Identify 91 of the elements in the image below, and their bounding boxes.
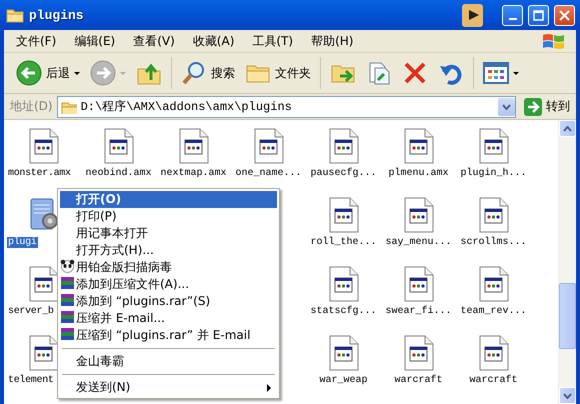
books-stack-icon — [60, 293, 75, 307]
chevron-down-icon — [502, 104, 511, 110]
caret-icon — [74, 72, 80, 74]
context-menu-item[interactable]: 发送到(N) — [60, 379, 277, 396]
menu-item[interactable]: 工具(T) — [246, 32, 306, 50]
document-icon — [328, 335, 358, 371]
context-menu-item[interactable]: 打开方式(H)... — [60, 242, 277, 259]
context-menu-item[interactable]: 添加到压缩文件(A)... — [60, 276, 277, 293]
folders-button[interactable]: 文件夹 — [241, 56, 315, 90]
folder-icon — [6, 7, 24, 23]
file-name[interactable]: neobind.amx — [84, 168, 152, 179]
delete-icon — [402, 60, 428, 86]
document-icon — [104, 128, 134, 164]
file-name[interactable]: statscfg... — [309, 306, 378, 317]
caret-icon — [513, 72, 519, 74]
books-stack-icon — [60, 310, 75, 324]
close-icon — [559, 10, 570, 20]
views-icon — [483, 62, 509, 84]
maximize-icon — [533, 10, 544, 20]
document-icon — [254, 128, 284, 164]
scroll-up-button[interactable] — [559, 120, 576, 137]
chevron-up-icon — [563, 126, 572, 132]
context-menu-item[interactable]: 添加到 “plugins.rar”(S) — [60, 293, 277, 310]
arrow-left-icon — [16, 60, 42, 86]
arrow-right-icon — [524, 98, 542, 116]
file-name[interactable]: plugi — [7, 237, 38, 248]
document-icon — [28, 128, 58, 164]
maximize-button[interactable] — [528, 4, 549, 26]
window-title: plugins — [29, 8, 85, 22]
file-name[interactable]: one_name... — [234, 168, 302, 179]
back-button[interactable]: 后退 — [12, 56, 84, 90]
document-icon — [328, 128, 358, 164]
books-stack-icon — [60, 327, 75, 341]
media-player-icon[interactable] — [462, 4, 483, 26]
file-name[interactable]: plmenu.amx — [387, 168, 450, 179]
panda-icon — [60, 259, 75, 273]
context-menu-item[interactable]: 压缩到 “plugins.rar” 并 E-mail — [60, 327, 277, 344]
file-name[interactable]: warcraft — [393, 375, 444, 386]
context-menu-item[interactable]: 用记事本打开 — [60, 225, 277, 242]
windows-logo-icon — [540, 31, 566, 51]
document-icon — [404, 197, 434, 233]
document-icon — [478, 128, 508, 164]
document-icon — [178, 128, 208, 164]
close-button[interactable] — [554, 4, 575, 26]
file-name[interactable]: plugin_h... — [459, 168, 528, 179]
document-icon — [328, 197, 358, 233]
menu-item[interactable]: 收藏(A) — [186, 32, 246, 50]
go-button[interactable]: 转到 — [520, 98, 574, 116]
menu-item[interactable]: 编辑(E) — [68, 32, 128, 50]
caret-icon — [120, 72, 126, 74]
file-name[interactable]: scrollms... — [459, 237, 528, 248]
context-menu-item[interactable]: 打印(P) — [60, 208, 277, 225]
context-menu-item[interactable]: 打开(O) — [60, 191, 277, 208]
arrow-right-icon — [90, 60, 116, 86]
file-name[interactable]: monster.amx — [7, 168, 72, 179]
books-stack-icon — [60, 276, 75, 290]
file-name[interactable]: war_weap — [318, 375, 368, 386]
document-icon — [404, 128, 434, 164]
minimize-button[interactable] — [502, 4, 523, 26]
context-menu-item[interactable]: 压缩并 E-mail... — [60, 310, 277, 327]
scroll-down-button[interactable] — [559, 387, 576, 404]
search-button[interactable]: 搜索 — [177, 56, 239, 90]
folder-icon — [60, 100, 77, 114]
document-icon — [478, 335, 508, 371]
chevron-down-icon — [563, 392, 572, 398]
file-name[interactable]: say_menu... — [384, 237, 452, 248]
document-icon — [404, 335, 434, 371]
file-name[interactable]: nextmap.amx — [159, 168, 228, 179]
file-name[interactable]: telement — [7, 375, 55, 386]
search-icon — [181, 60, 207, 86]
menu-item[interactable]: 查看(V) — [127, 32, 187, 50]
document-icon — [478, 266, 508, 302]
document-icon — [404, 266, 434, 302]
menu-item[interactable]: 文件(F) — [10, 32, 68, 50]
file-name[interactable]: server_b — [7, 306, 55, 317]
file-name[interactable]: pausecfg... — [309, 168, 378, 179]
address-field[interactable]: D:\程序\AMX\addons\amx\plugins — [56, 96, 516, 118]
submenu-arrow-icon — [267, 384, 271, 392]
document-icon — [478, 197, 508, 233]
file-name[interactable]: warcraft — [468, 375, 518, 386]
address-label: 地址(D) — [10, 98, 53, 115]
context-menu-item[interactable]: 金山毒霸 — [60, 353, 277, 370]
file-name[interactable]: swear_fi... — [384, 306, 452, 317]
context-menu-item[interactable]: 用铂金版扫描病毒 — [60, 259, 277, 276]
scrollbar-thumb[interactable] — [559, 282, 576, 349]
minimize-icon — [508, 18, 516, 20]
menu-item[interactable]: 帮助(H) — [305, 32, 366, 50]
file-name[interactable]: roll_the... — [309, 237, 378, 248]
file-name[interactable]: team_rev... — [459, 306, 528, 317]
dropdown-button[interactable] — [498, 98, 515, 116]
document-icon — [328, 266, 358, 302]
